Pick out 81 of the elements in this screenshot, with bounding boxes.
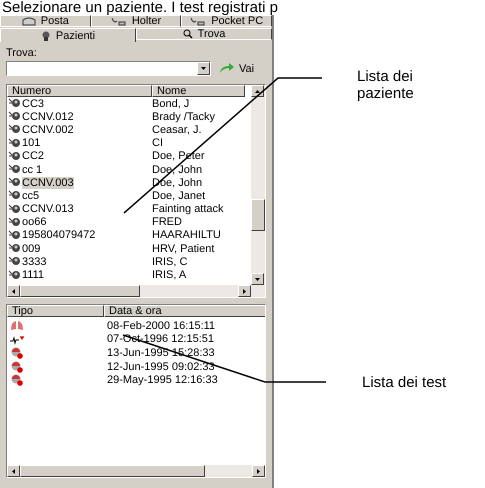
patient-icon — [8, 270, 21, 281]
left-arrow-icon — [11, 288, 16, 294]
patient-number[interactable]: 009 — [22, 242, 40, 255]
patient-number[interactable]: CCNV.012 — [22, 110, 74, 123]
dropdown-arrow-icon — [201, 66, 206, 71]
patient-name[interactable]: HRV, Patient — [152, 242, 245, 255]
tab[interactable]: Trova — [136, 28, 272, 40]
patient-icon — [8, 150, 21, 162]
patient-number[interactable]: 3333 — [22, 256, 46, 268]
scroll-thumb[interactable] — [20, 465, 205, 477]
patient-number[interactable]: oo66 — [22, 216, 46, 228]
device-icon — [190, 16, 206, 26]
patient-icon — [8, 230, 21, 241]
search-combo-field[interactable] — [6, 61, 211, 76]
right-arrow-icon — [242, 288, 247, 294]
down-arrow-icon — [255, 276, 260, 282]
patient-icon — [8, 256, 21, 268]
patient-name[interactable]: HAARAHILTU — [152, 229, 245, 242]
patient-name[interactable]: Brady /Tacky — [152, 110, 245, 123]
patient-icon — [8, 138, 21, 149]
patient-icon — [8, 164, 21, 176]
patient-name[interactable]: IRIS, C — [152, 256, 245, 268]
patient-icon — [8, 98, 21, 110]
holter-device-icon — [10, 374, 24, 386]
patient-number[interactable]: 195804079472 — [22, 229, 96, 242]
patient-icon — [8, 177, 21, 188]
patient-icon — [8, 243, 21, 254]
column-header[interactable]: Data & ora — [104, 305, 265, 317]
patient-icon — [8, 216, 21, 228]
ecg-heart-icon — [10, 334, 24, 345]
tab[interactable]: Pocket PC — [181, 15, 272, 27]
patient-number[interactable]: cc5 — [22, 190, 40, 202]
tab[interactable]: Pazienti — [0, 28, 136, 42]
patient-icon — [8, 204, 21, 215]
tab[interactable]: Holter — [90, 15, 182, 27]
column-header[interactable]: Nome — [152, 85, 245, 97]
patient-icon — [8, 124, 21, 136]
patient-name[interactable]: Ceasar, J. — [152, 124, 245, 136]
column-header[interactable]: Tipo — [7, 305, 104, 317]
patient-number[interactable]: CC2 — [22, 150, 44, 162]
go-button[interactable]: Vai — [217, 62, 256, 74]
test-date[interactable]: 08-Feb-2000 16:15:11 — [107, 320, 257, 332]
scroll-thumb[interactable] — [20, 285, 140, 297]
tab[interactable]: Posta — [0, 15, 91, 27]
heading-text: Selezionare un paziente. I test registrati p — [1, 0, 279, 15]
left-arrow-icon — [11, 468, 16, 474]
patient-number[interactable]: CCNV.003 — [22, 176, 74, 189]
test-date[interactable]: 12-Jun-1995 09:02:33 — [107, 360, 257, 373]
patient-name[interactable]: FRED — [152, 216, 245, 228]
up-arrow-icon — [255, 88, 260, 94]
scroll-thumb[interactable] — [251, 199, 265, 231]
patient-number[interactable]: cc 1 — [22, 164, 42, 176]
patient-number[interactable]: CCNV.002 — [22, 124, 74, 136]
patient-name[interactable]: IRIS, A — [152, 269, 245, 282]
column-header[interactable]: Numero — [7, 85, 152, 97]
right-arrow-icon — [256, 468, 261, 474]
patient-number[interactable]: CC3 — [22, 98, 44, 110]
patient-icon — [8, 111, 21, 122]
arrow-icon — [219, 63, 235, 74]
patient-name[interactable]: Bond, J — [152, 98, 245, 110]
horizontal-scrollbar[interactable] — [7, 465, 265, 477]
patient-name[interactable]: Doe, John — [152, 164, 245, 176]
device-icon — [110, 16, 127, 26]
search-label: Trova: — [6, 47, 38, 59]
patient-icon — [40, 30, 51, 40]
patient-name[interactable]: Doe, Janet — [152, 190, 245, 202]
vertical-scrollbar[interactable] — [251, 85, 265, 285]
callout-label: Lista dei paziente — [357, 68, 415, 102]
patient-number[interactable]: 1111 — [22, 269, 44, 282]
patient-number[interactable]: CCNV.013 — [22, 203, 74, 216]
patient-icon — [8, 190, 21, 202]
callout-label: Lista dei test — [362, 374, 448, 391]
horizontal-scrollbar[interactable] — [7, 285, 265, 297]
patient-name[interactable]: Fainting attack — [152, 203, 245, 216]
holter-device-icon — [10, 346, 24, 359]
patient-number[interactable]: 101 — [22, 137, 40, 150]
holter-device-icon — [10, 360, 24, 373]
lungs-icon — [10, 320, 24, 332]
patient-name[interactable]: CI — [152, 137, 245, 150]
search-icon — [182, 29, 193, 39]
test-date[interactable]: 29-May-1995 12:16:33 — [107, 374, 257, 386]
